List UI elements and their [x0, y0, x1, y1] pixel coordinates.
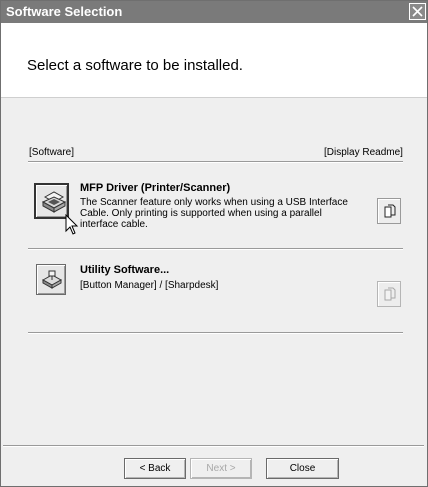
footer-divider	[3, 445, 424, 447]
software-column-label: [Software]	[29, 147, 75, 158]
close-button[interactable]: Close	[266, 458, 339, 479]
mouse-cursor-icon	[65, 214, 79, 235]
close-window-button[interactable]	[409, 3, 426, 20]
description-line: interface cable.	[80, 219, 148, 230]
window-title: Software Selection	[6, 4, 123, 19]
back-button[interactable]: < Back	[124, 458, 186, 479]
description-line: The Scanner feature only works when usin…	[80, 197, 348, 208]
page-heading: Select a software to be installed.	[27, 57, 243, 74]
description-line: Cable. Only printing is supported when u…	[80, 208, 322, 219]
document-icon	[384, 204, 396, 218]
item-title-mfp-driver: MFP Driver (Printer/Scanner)	[80, 182, 231, 194]
title-bar: Software Selection	[1, 1, 427, 23]
next-button[interactable]: Next >	[190, 458, 252, 479]
document-icon	[384, 287, 396, 301]
header-panel: Select a software to be installed.	[1, 23, 427, 98]
utility-software-icon	[41, 270, 63, 289]
mfp-driver-install-button[interactable]	[34, 183, 69, 219]
utility-software-install-button[interactable]	[36, 264, 66, 295]
item-title-utility-software: Utility Software...	[80, 264, 170, 276]
divider	[28, 248, 403, 250]
item-description-mfp-driver: The Scanner feature only works when usin…	[80, 197, 348, 230]
software-selection-window: Software Selection Select a software to …	[0, 0, 428, 487]
utility-software-readme-button[interactable]	[377, 281, 401, 307]
divider	[28, 332, 403, 334]
display-readme-column-label: [Display Readme]	[324, 147, 403, 158]
mfp-driver-readme-button[interactable]	[377, 198, 401, 224]
divider	[28, 161, 403, 163]
item-description-utility-software: [Button Manager] / [Sharpdesk]	[80, 280, 218, 291]
close-icon	[412, 6, 423, 17]
description-line: [Button Manager] / [Sharpdesk]	[80, 280, 219, 291]
printer-scanner-icon	[41, 191, 67, 213]
